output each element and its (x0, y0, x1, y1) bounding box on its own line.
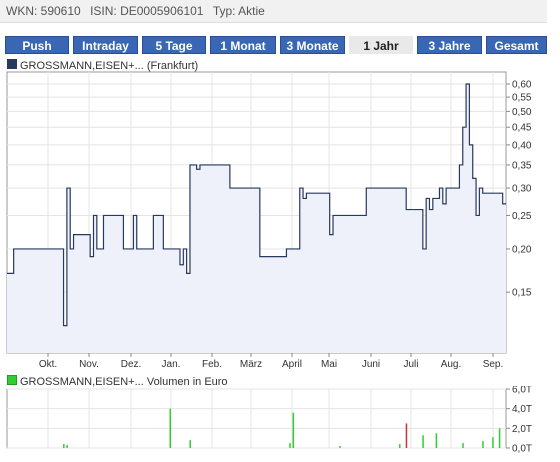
price-x-tick-label: Nov. (79, 359, 99, 370)
volume-bar (462, 443, 464, 448)
volume-bar (492, 437, 494, 448)
price-x-tick-label: Juli (403, 359, 418, 370)
volume-y-tick-label: 0,0T (512, 444, 532, 455)
price-x-tick-label: Feb. (202, 359, 222, 370)
volume-plot-frame (6, 388, 507, 449)
price-y-tick-label: 0,60 (512, 80, 532, 91)
price-x-tick-label: Jan. (162, 359, 181, 370)
volume-bar (422, 435, 424, 448)
tab-1-monat[interactable]: 1 Monat (210, 36, 276, 54)
tab-3-jahre[interactable]: 3 Jahre (417, 36, 482, 54)
tab-1-jahr[interactable]: 1 Jahr (349, 36, 413, 54)
volume-chart: 6,0T 4,0T 2,0T 0,0T (6, 386, 532, 455)
price-x-tick-label: Mai (321, 359, 337, 370)
volume-bar (169, 408, 172, 448)
volume-bar (66, 445, 68, 448)
tab-5-tage[interactable]: 5 Tage (142, 36, 206, 54)
security-info-bar: WKN: 590610 ISIN: DE0005906101 Typ: Akti… (0, 0, 547, 23)
price-y-tick-label: 0,35 (512, 160, 532, 171)
type-label: Typ: Aktie (212, 4, 265, 18)
volume-bar (498, 428, 501, 448)
volume-legend-swatch (7, 375, 17, 385)
isin-label: ISIN: DE0005906101 (90, 4, 204, 18)
price-x-tick-label: Dez. (121, 359, 142, 370)
tab-intraday[interactable]: Intraday (73, 36, 138, 54)
wkn-label: WKN: 590610 (6, 4, 81, 18)
time-range-tabs: Push Intraday 5 Tage 1 Monat 3 Monate 1 … (5, 36, 547, 54)
price-legend-swatch (7, 59, 17, 69)
tab-gesamt[interactable]: Gesamt (486, 36, 547, 54)
price-y-tick-label: 0,25 (512, 211, 532, 222)
volume-y-tick-label: 4,0T (512, 404, 532, 415)
volume-bar (292, 412, 295, 448)
tab-push[interactable]: Push (5, 36, 69, 54)
volume-y-tick-label: 6,0T (512, 386, 532, 396)
volume-bar (482, 441, 484, 448)
volume-bar (289, 443, 291, 448)
volume-y-tick-label: 2,0T (512, 424, 532, 435)
volume-bar (405, 423, 408, 448)
volume-bar (435, 433, 438, 448)
volume-bar (399, 444, 401, 448)
price-y-tick-label: 0,20 (512, 244, 532, 255)
volume-bar (189, 440, 191, 448)
price-x-tick-label: Juni (362, 359, 380, 370)
price-x-tick-label: Okt. (39, 359, 57, 370)
tab-3-monate[interactable]: 3 Monate (280, 36, 345, 54)
price-x-tick-label: März (240, 359, 262, 370)
price-chart: 0,60 0,55 0,50 0,45 0,40 0,35 0,30 0,25 0,20 0,15… (6, 71, 532, 370)
volume-bar (339, 446, 341, 448)
price-y-tick-label: 0,15 (512, 288, 532, 299)
price-y-tick-label: 0,40 (512, 140, 532, 151)
volume-bar (63, 444, 65, 448)
price-x-tick-label: Aug. (441, 359, 462, 370)
price-x-tick-label: Sep. (483, 359, 504, 370)
price-y-tick-label: 0,50 (512, 107, 532, 118)
price-y-tick-label: 0,30 (512, 184, 532, 195)
price-x-tick-label: April (282, 359, 302, 370)
price-y-tick-label: 0,45 (512, 123, 532, 134)
price-y-tick-label: 0,55 (512, 93, 532, 104)
